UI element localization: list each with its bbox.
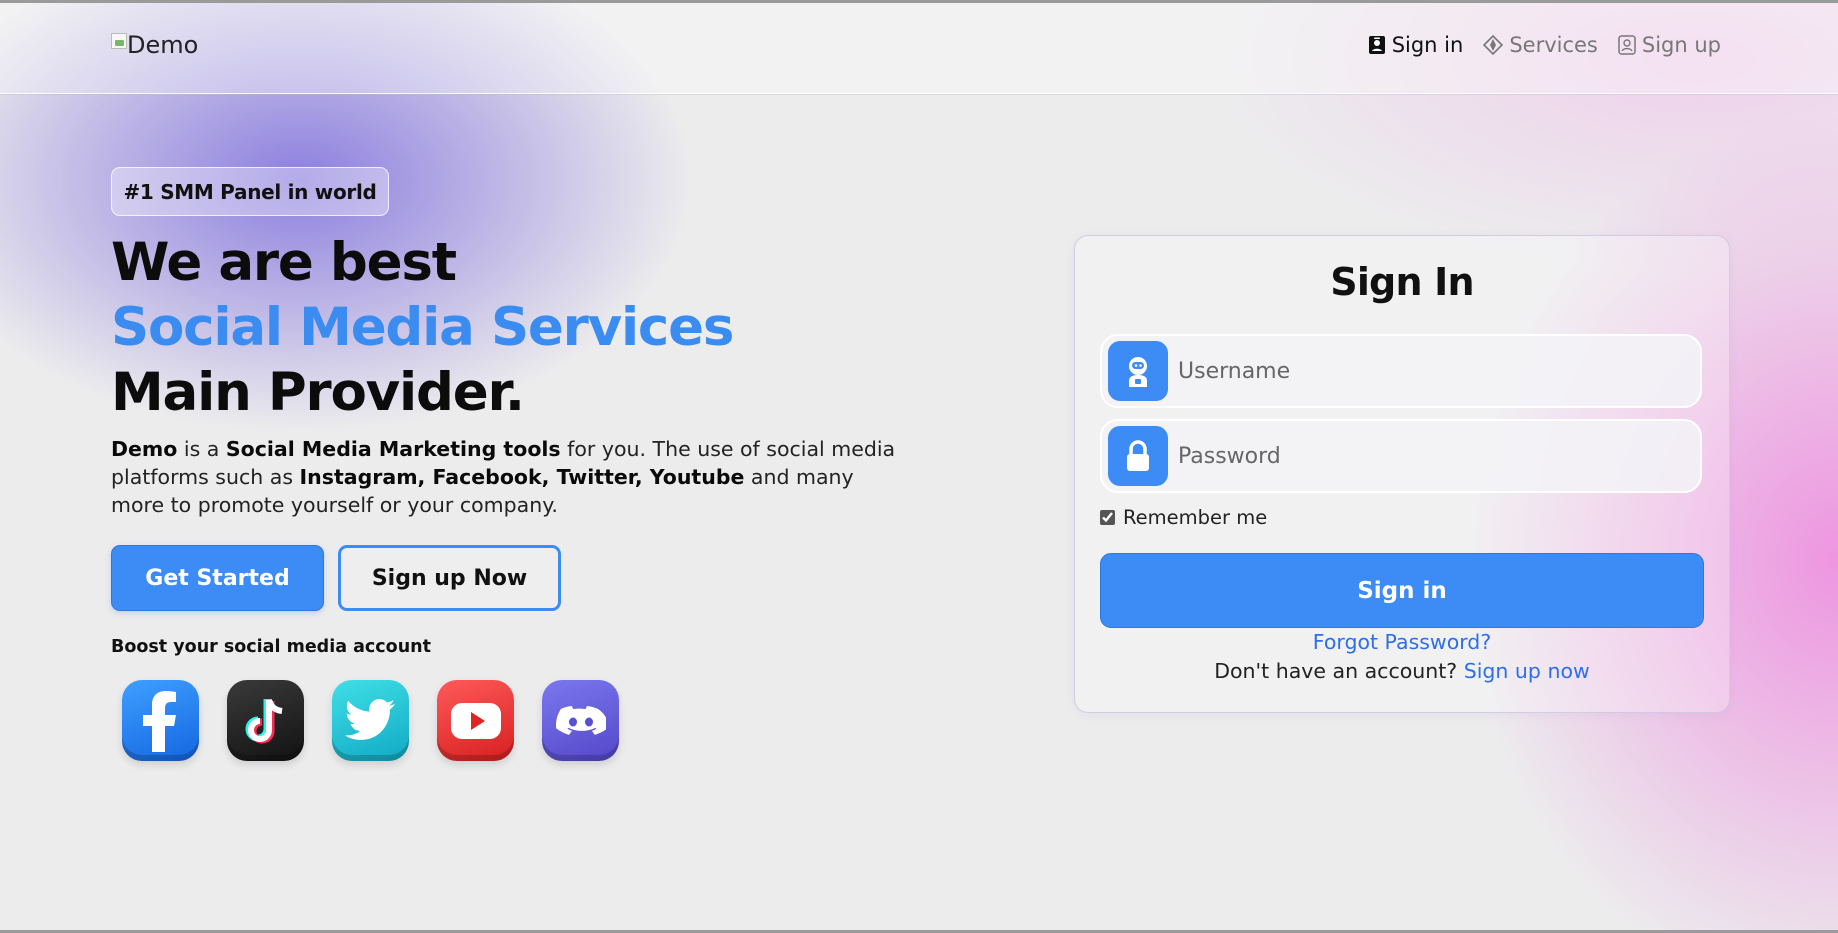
boost-label: Boost your social media account: [111, 637, 431, 657]
hero-heading-line-3: Main Provider.: [111, 362, 525, 423]
nav-services[interactable]: Services: [1483, 33, 1598, 57]
tiktok-icon[interactable]: [227, 680, 304, 761]
nav-sign-up[interactable]: Sign up: [1618, 33, 1721, 57]
youtube-icon[interactable]: [437, 680, 514, 761]
sign-in-title: Sign In: [1330, 260, 1474, 304]
nav-services-label: Services: [1509, 33, 1598, 57]
password-field-group: [1100, 419, 1702, 493]
astronaut-icon: [1108, 341, 1168, 401]
navbar: Demo Sign in Services Sign up: [0, 3, 1838, 94]
username-field-group: [1100, 334, 1702, 408]
person-badge-icon: [1368, 35, 1386, 55]
sign-in-card: Sign In Remember me Sign in Forgot Passw…: [1074, 235, 1730, 713]
remember-me: Remember me: [1100, 506, 1267, 529]
sign-up-now-link[interactable]: Sign up now: [1464, 659, 1590, 683]
description-bold: Social Media Marketing tools: [225, 437, 561, 461]
sign-in-submit-button[interactable]: Sign in: [1100, 553, 1704, 628]
hero-heading-highlight: Social Media Services: [111, 297, 734, 358]
password-input[interactable]: [1178, 443, 1678, 469]
forgot-password-link[interactable]: Forgot Password?: [1075, 630, 1729, 654]
person-square-icon: [1618, 35, 1636, 55]
username-input[interactable]: [1178, 358, 1678, 384]
brand-logo-alt-text: Demo: [127, 31, 199, 59]
remember-me-label: Remember me: [1123, 506, 1268, 529]
lock-icon: [1108, 426, 1168, 486]
no-account-text: Don't have an account? Sign up now: [1075, 659, 1729, 683]
brand-logo[interactable]: Demo: [111, 31, 198, 71]
nav-sign-up-label: Sign up: [1641, 33, 1721, 57]
nav-menu: Sign in Services Sign up: [1368, 33, 1721, 57]
no-account-label: Don't have an account?: [1214, 659, 1458, 683]
sign-up-now-button[interactable]: Sign up Now: [338, 545, 561, 611]
description-brand: Demo: [111, 437, 178, 461]
hero-description: Demo is a Social Media Marketing tools f…: [111, 435, 911, 519]
nav-sign-in-label: Sign in: [1391, 33, 1464, 57]
twitter-icon[interactable]: [332, 680, 409, 761]
description-bold: Instagram, Facebook, Twitter, Youtube: [299, 465, 745, 489]
hero-badge: #1 SMM Panel in world: [111, 167, 389, 216]
description-text: is a: [177, 437, 226, 461]
social-icons: [122, 680, 619, 761]
discord-icon[interactable]: [542, 680, 619, 761]
hero-heading-line-1: We are best: [111, 232, 457, 293]
remember-me-checkbox[interactable]: [1100, 510, 1115, 525]
facebook-icon[interactable]: [122, 680, 199, 761]
nav-sign-in[interactable]: Sign in: [1368, 33, 1464, 57]
compass-icon: [1483, 35, 1504, 55]
get-started-button[interactable]: Get Started: [111, 545, 324, 611]
broken-image-icon: [111, 33, 127, 49]
